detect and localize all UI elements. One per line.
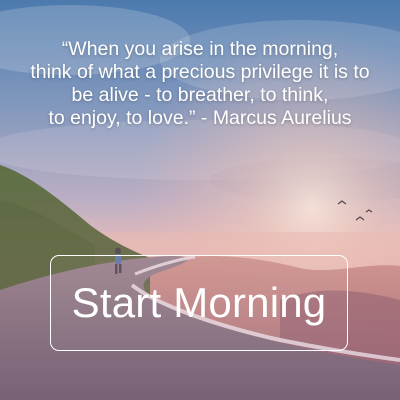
- start-morning-button[interactable]: Start Morning: [50, 255, 348, 351]
- quote-line: to enjoy, to love.” - Marcus Aurelius: [48, 107, 352, 129]
- quote-line: think of what a precious privilege it is…: [30, 61, 370, 83]
- quote-line: “When you arise in the morning,: [61, 38, 339, 60]
- start-morning-label: Start Morning: [71, 279, 327, 326]
- quote-line: be alive - to breather, to think,: [71, 84, 329, 106]
- app-screen: “When you arise in the morning, think of…: [0, 0, 400, 400]
- quote-text: “When you arise in the morning, think of…: [0, 38, 400, 130]
